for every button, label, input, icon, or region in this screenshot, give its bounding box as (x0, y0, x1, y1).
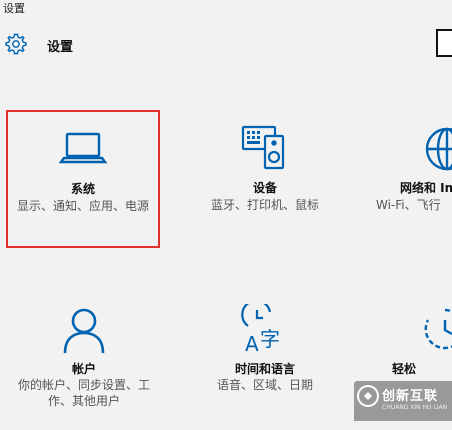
watermark-text: 创新互联 (382, 389, 439, 404)
window-title: 设置 (3, 2, 25, 15)
tile-description: Wi-Fi、飞行 (376, 198, 441, 212)
search-input[interactable] (436, 29, 452, 57)
watermark-subtext: CHUANG XIN HU LIAN (382, 404, 448, 411)
tile-label: 轻松 (392, 362, 417, 376)
tile-label: 系统 (70, 182, 95, 196)
tile-network[interactable]: 网络和 In Wi-Fi、飞行 (368, 112, 452, 242)
tile-description: 语音、区域、日期 (216, 378, 313, 392)
ease-of-access-icon (424, 308, 452, 350)
header: 设置 (0, 28, 452, 60)
tile-description: 显示、通知、应用、电源 (16, 199, 149, 213)
tile-accounts[interactable]: 帐户 你的帐户、同步设置、工作、其他用户 (8, 300, 160, 430)
svg-text:字: 字 (260, 327, 280, 351)
svg-text:A: A (245, 332, 259, 354)
laptop-icon (58, 132, 108, 164)
tile-description: 你的帐户、同步设置、工作、其他用户 (17, 378, 150, 408)
tile-label: 时间和语言 (234, 362, 295, 376)
tile-system[interactable]: 系统 显示、通知、应用、电源 (6, 110, 160, 248)
globe-icon (425, 127, 452, 171)
person-icon (63, 308, 105, 354)
tile-time-language[interactable]: A 字 时间和语言 语音、区域、日期 (190, 300, 340, 430)
tile-label: 帐户 (71, 362, 96, 376)
brand-logo-icon (357, 385, 379, 407)
time-language-icon: A 字 (241, 304, 280, 354)
gear-icon (5, 33, 27, 55)
tile-label: 网络和 In (400, 181, 452, 195)
page-title: 设置 (47, 40, 74, 55)
watermark: 创新互联 CHUANG XIN HU LIAN (354, 381, 452, 421)
tile-description: 蓝牙、打印机、鼠标 (210, 198, 319, 212)
tile-label: 设备 (252, 181, 277, 195)
devices-icon (241, 125, 285, 170)
tile-devices[interactable]: 设备 蓝牙、打印机、鼠标 (190, 112, 340, 242)
